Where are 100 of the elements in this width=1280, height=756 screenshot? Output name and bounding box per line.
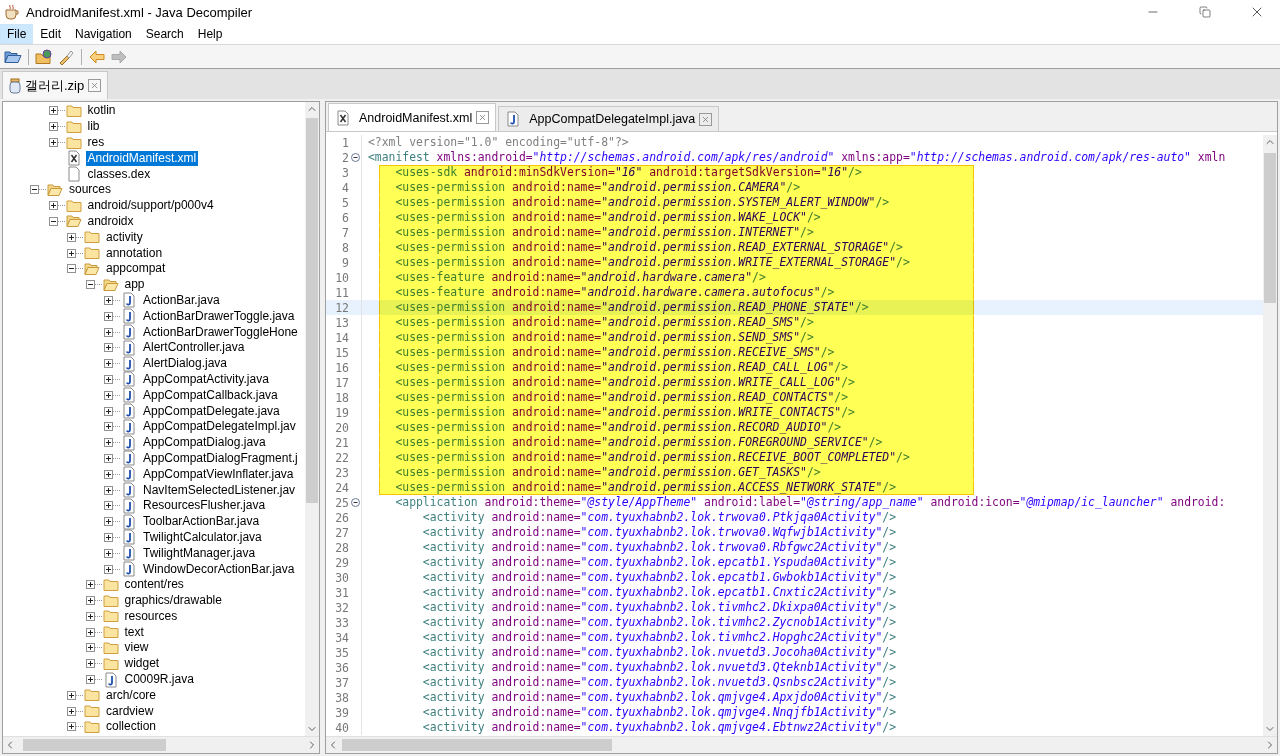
expand-icon[interactable] [85, 659, 95, 669]
close-icon[interactable] [699, 112, 713, 126]
close-icon[interactable] [88, 79, 102, 92]
expand-icon[interactable] [104, 327, 113, 337]
editor-tab[interactable]: AppCompatDelegateImpl.java [498, 106, 720, 131]
tree-item[interactable]: AlertDialog.java [141, 356, 230, 372]
expand-icon[interactable] [48, 201, 58, 211]
vertical-scrollbar[interactable] [305, 102, 319, 736]
expand-icon[interactable] [104, 374, 113, 384]
expand-icon[interactable] [104, 343, 113, 353]
tree-item[interactable]: TwilightCalculator.java [141, 529, 264, 545]
menu-item[interactable]: Help [190, 24, 230, 44]
expand-icon[interactable] [67, 706, 76, 716]
tree-item[interactable]: ToolbarActionBar.java [141, 514, 262, 530]
scrollbar-thumb[interactable] [306, 118, 318, 503]
tree-item[interactable]: view [122, 640, 151, 656]
tree-item[interactable]: sources [67, 182, 114, 198]
expand-icon[interactable] [85, 627, 95, 637]
expand-icon[interactable] [85, 596, 95, 606]
toolbar-button[interactable] [34, 46, 54, 67]
vertical-scrollbar[interactable] [1263, 135, 1277, 736]
tree-item[interactable]: appcompat [104, 261, 168, 277]
scrollbar-thumb[interactable] [23, 739, 166, 751]
collapse-icon[interactable] [85, 280, 95, 290]
close-icon[interactable] [476, 111, 490, 124]
tree-item[interactable]: content/res [122, 577, 186, 593]
expand-icon[interactable] [85, 580, 95, 590]
menu-item[interactable]: Navigation [68, 24, 139, 44]
horizontal-scrollbar[interactable] [326, 736, 1277, 753]
tree-item[interactable]: activity [104, 229, 145, 245]
tree-item[interactable]: C0009R.java [122, 672, 196, 688]
expand-icon[interactable] [104, 485, 113, 495]
tree-item[interactable]: ResourcesFlusher.java [141, 498, 268, 514]
fold-icon[interactable] [350, 498, 360, 507]
tree-item[interactable]: collection [104, 719, 159, 735]
tree-item[interactable]: arch/core [104, 687, 159, 703]
expand-icon[interactable] [67, 232, 76, 242]
expand-icon[interactable] [48, 106, 58, 116]
tree-item[interactable]: res [85, 135, 107, 150]
tree-item[interactable]: AppCompatDialog.java [141, 435, 268, 451]
expand-icon[interactable] [104, 422, 113, 432]
tree-item[interactable]: AppCompatDialogFragment.j [141, 450, 300, 466]
tree-item[interactable]: AndroidManifest.xml [85, 150, 199, 166]
tree-item[interactable]: TwilightManager.java [141, 545, 258, 561]
expand-icon[interactable] [104, 406, 113, 416]
expand-icon[interactable] [104, 564, 113, 574]
tree-item[interactable]: AppCompatDelegate.java [141, 403, 282, 419]
tree-item[interactable]: AppCompatDelegateImpl.jav [141, 419, 298, 435]
expand-icon[interactable] [104, 501, 113, 511]
expand-icon[interactable] [67, 722, 76, 732]
expand-icon[interactable] [104, 469, 113, 479]
menu-item[interactable]: File [0, 24, 34, 44]
tree-item[interactable]: android/support/p000v4 [85, 198, 216, 214]
expand-icon[interactable] [104, 390, 113, 400]
tree-item[interactable]: kotlin [85, 103, 118, 119]
file-tab[interactable]: 갤러리.zip [2, 71, 109, 99]
tree-item[interactable]: widget [122, 656, 162, 672]
tree-item[interactable]: AppCompatCallback.java [141, 387, 280, 403]
expand-icon[interactable] [104, 517, 113, 527]
expand-icon[interactable] [67, 248, 76, 258]
scrollbar-thumb[interactable] [1264, 153, 1276, 303]
tree-item[interactable]: annotation [104, 245, 165, 261]
editor-tab[interactable]: AndroidManifest.xml [328, 103, 497, 131]
horizontal-scrollbar[interactable] [3, 736, 319, 753]
fold-icon[interactable] [350, 153, 360, 162]
menu-item[interactable]: Edit [33, 24, 69, 44]
expand-icon[interactable] [48, 138, 58, 147]
expand-icon[interactable] [104, 532, 113, 542]
expand-icon[interactable] [48, 122, 58, 132]
tree-item[interactable]: AppCompatViewInflater.java [141, 466, 296, 482]
tree-item[interactable]: ActionBarDrawerToggleHone [141, 324, 300, 340]
expand-icon[interactable] [104, 311, 113, 321]
scrollbar-thumb[interactable] [342, 739, 612, 751]
tree-item[interactable]: ActionBar.java [141, 292, 222, 308]
tree-item[interactable]: ActionBarDrawerToggle.java [141, 308, 297, 324]
tree-item[interactable]: classes.dex [85, 166, 153, 182]
expand-icon[interactable] [104, 548, 113, 558]
tree-item[interactable]: cardview [104, 703, 156, 719]
tree-item[interactable]: WindowDecorActionBar.java [141, 561, 297, 577]
expand-icon[interactable] [85, 675, 95, 685]
tree-item[interactable]: lib [85, 119, 102, 135]
expand-icon[interactable] [104, 295, 113, 305]
collapse-icon[interactable] [30, 185, 39, 195]
menu-item[interactable]: Search [138, 24, 191, 44]
tree-item[interactable]: graphics/drawable [122, 593, 224, 609]
expand-icon[interactable] [85, 611, 95, 621]
tree-item[interactable]: text [122, 624, 146, 640]
expand-icon[interactable] [67, 690, 76, 700]
expand-icon[interactable] [104, 453, 113, 463]
tree-item[interactable]: androidx [85, 213, 136, 229]
expand-icon[interactable] [104, 359, 113, 369]
tree-item[interactable]: app [122, 277, 147, 293]
tree-item[interactable]: AlertController.java [141, 340, 247, 356]
tree-item[interactable]: resources [122, 608, 180, 624]
collapse-icon[interactable] [48, 216, 58, 226]
tree-item[interactable]: NavItemSelectedListener.jav [141, 482, 298, 498]
expand-icon[interactable] [104, 438, 113, 448]
collapse-icon[interactable] [67, 264, 76, 274]
tree-item[interactable]: AppCompatActivity.java [141, 371, 271, 387]
expand-icon[interactable] [85, 643, 95, 653]
